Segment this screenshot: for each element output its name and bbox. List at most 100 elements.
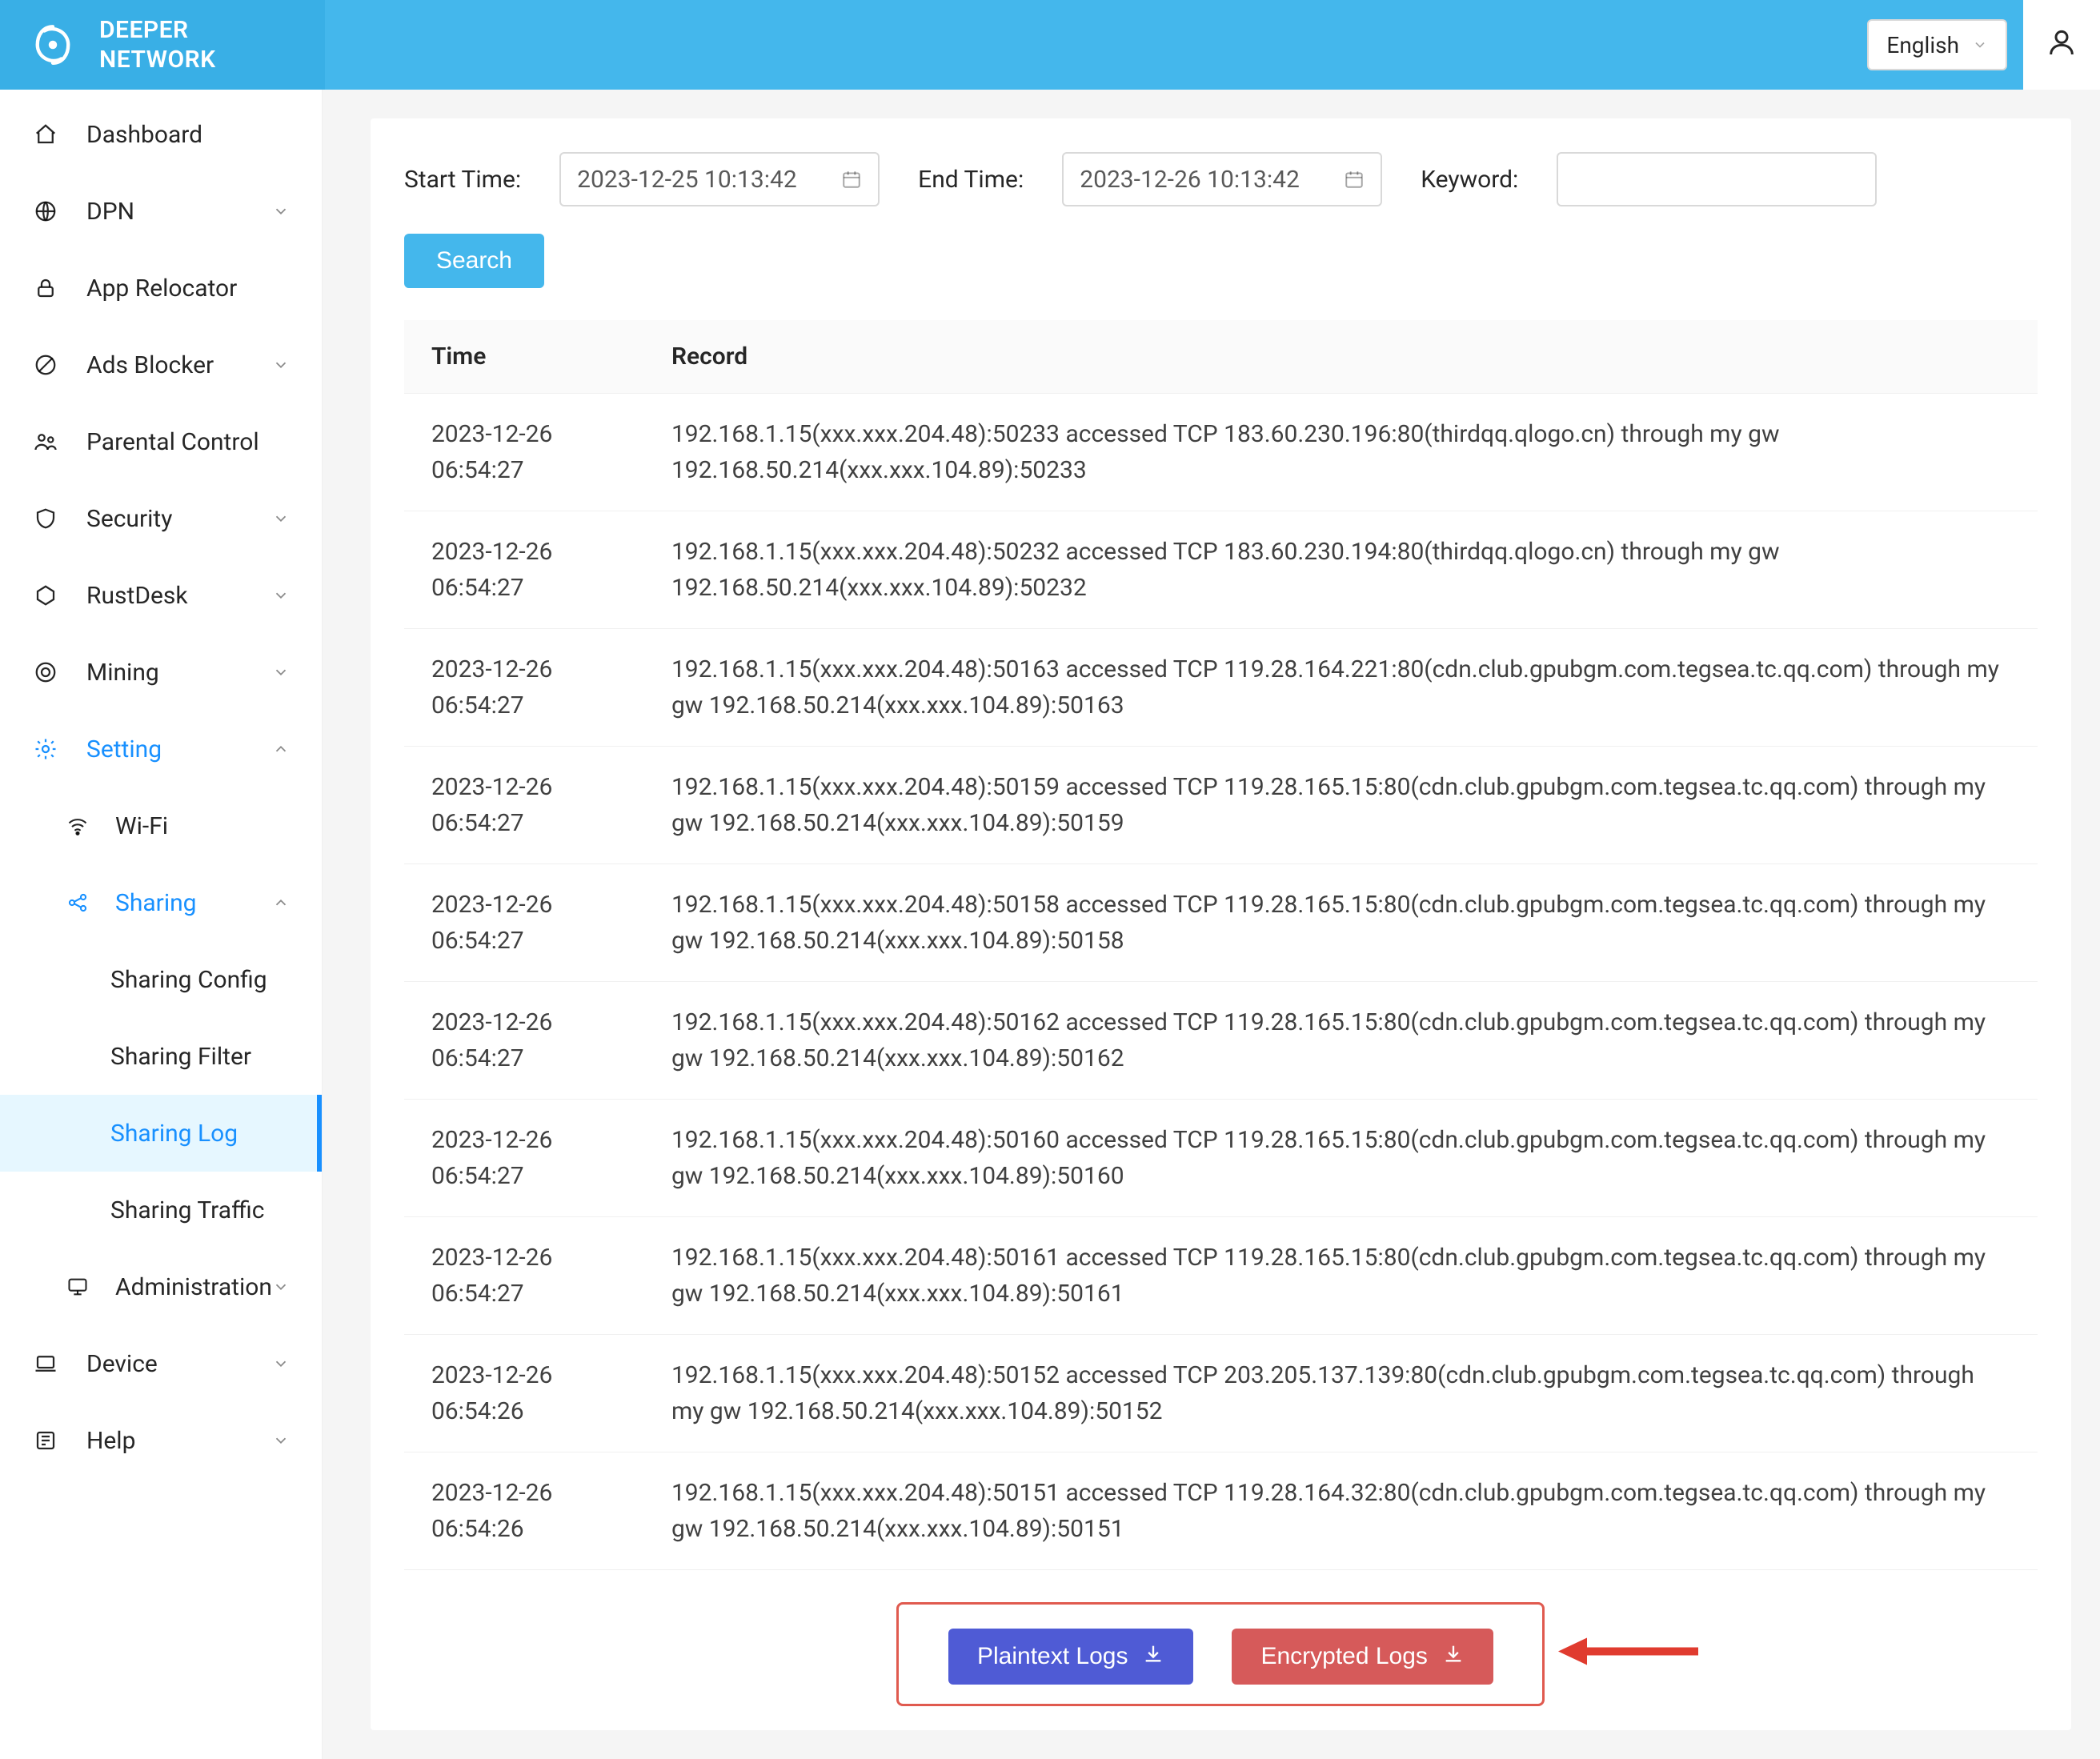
cell-time: 2023-12-26 06:54:26 — [404, 1335, 644, 1452]
home-icon — [32, 122, 59, 146]
cell-record: 192.168.1.15(xxx.xxx.204.48):50159 acces… — [644, 747, 2038, 864]
cell-time: 2023-12-26 06:54:27 — [404, 1217, 644, 1335]
share-icon — [64, 892, 91, 914]
table-row: 2023-12-26 06:54:27192.168.1.15(xxx.xxx.… — [404, 394, 2038, 511]
sidebar-item-ads-blocker[interactable]: Ads Blocker — [0, 327, 322, 403]
sidebar-label: Ads Blocker — [86, 351, 214, 379]
sidebar-label: Mining — [86, 659, 159, 687]
encrypted-logs-button[interactable]: Encrypted Logs — [1232, 1629, 1493, 1685]
language-value: English — [1886, 32, 1959, 58]
sidebar-item-rustdesk[interactable]: RustDesk — [0, 557, 322, 634]
chevron-up-icon — [272, 740, 290, 758]
sidebar-label: RustDesk — [86, 582, 188, 610]
keyword-input[interactable] — [1557, 152, 1877, 206]
sidebar-item-app-relocator[interactable]: App Relocator — [0, 250, 322, 327]
cell-record: 192.168.1.15(xxx.xxx.204.48):50152 acces… — [644, 1335, 2038, 1452]
shield-icon — [32, 507, 59, 531]
user-menu[interactable] — [2023, 0, 2100, 90]
table-row: 2023-12-26 06:54:27192.168.1.15(xxx.xxx.… — [404, 864, 2038, 982]
brand-text: DEEPER NETWORK — [99, 15, 216, 75]
download-icon — [1142, 1642, 1164, 1671]
search-button-label: Search — [436, 247, 512, 274]
chevron-down-icon — [272, 663, 290, 681]
cell-time: 2023-12-26 06:54:27 — [404, 1100, 644, 1217]
cell-record: 192.168.1.15(xxx.xxx.204.48):50158 acces… — [644, 864, 2038, 982]
table-row: 2023-12-26 06:54:27192.168.1.15(xxx.xxx.… — [404, 747, 2038, 864]
sidebar-label: Setting — [86, 735, 162, 763]
sidebar-item-wifi[interactable]: Wi-Fi — [0, 787, 322, 864]
sidebar-item-security[interactable]: Security — [0, 480, 322, 557]
start-time-input[interactable]: 2023-12-25 10:13:42 — [559, 152, 880, 206]
user-icon — [2046, 26, 2078, 64]
chevron-down-icon — [1972, 32, 1988, 58]
app-header: DEEPER NETWORK English — [0, 0, 2100, 90]
chevron-up-icon — [272, 894, 290, 912]
sidebar-item-sharing-filter[interactable]: Sharing Filter — [0, 1018, 322, 1095]
sidebar-label: Wi-Fi — [115, 812, 168, 840]
brand-line2: NETWORK — [99, 45, 216, 75]
cell-time: 2023-12-26 06:54:27 — [404, 864, 644, 982]
end-time-value: 2023-12-26 10:13:42 — [1080, 166, 1300, 194]
sidebar-item-sharing[interactable]: Sharing — [0, 864, 322, 941]
sidebar-item-setting[interactable]: Setting — [0, 711, 322, 787]
log-table: Time Record 2023-12-26 06:54:27192.168.1… — [404, 320, 2038, 1570]
sidebar-item-sharing-traffic[interactable]: Sharing Traffic — [0, 1172, 322, 1248]
download-icon — [1442, 1642, 1465, 1671]
cell-time: 2023-12-26 06:54:26 — [404, 1452, 644, 1570]
sidebar-item-sharing-config[interactable]: Sharing Config — [0, 941, 322, 1018]
chevron-down-icon — [272, 1278, 290, 1296]
end-time-input[interactable]: 2023-12-26 10:13:42 — [1062, 152, 1382, 206]
sidebar-item-parental-control[interactable]: Parental Control — [0, 403, 322, 480]
table-row: 2023-12-26 06:54:27192.168.1.15(xxx.xxx.… — [404, 982, 2038, 1100]
chevron-down-icon — [272, 1432, 290, 1449]
sidebar-item-dashboard[interactable]: Dashboard — [0, 96, 322, 173]
sidebar-label: Dashboard — [86, 121, 202, 149]
search-button[interactable]: Search — [404, 234, 544, 288]
block-icon — [32, 353, 59, 377]
sidebar-item-help[interactable]: Help — [0, 1402, 322, 1479]
cell-time: 2023-12-26 06:54:27 — [404, 629, 644, 747]
column-header-record: Record — [644, 320, 2038, 394]
monitor-icon — [64, 1276, 91, 1298]
brand-logo-icon — [29, 21, 77, 69]
gear-icon — [32, 737, 59, 761]
sidebar-item-administration[interactable]: Administration — [0, 1248, 322, 1325]
sidebar-label: App Relocator — [86, 274, 237, 303]
table-row: 2023-12-26 06:54:27192.168.1.15(xxx.xxx.… — [404, 511, 2038, 629]
main-content: Start Time: 2023-12-25 10:13:42 End Time… — [323, 90, 2100, 1759]
sidebar-label: Sharing Filter — [110, 1043, 251, 1071]
column-header-time: Time — [404, 320, 644, 394]
chevron-down-icon — [272, 510, 290, 527]
cell-record: 192.168.1.15(xxx.xxx.204.48):50232 acces… — [644, 511, 2038, 629]
sidebar-label: Sharing — [115, 889, 197, 917]
cell-record: 192.168.1.15(xxx.xxx.204.48):50151 acces… — [644, 1452, 2038, 1570]
sidebar-item-dpn[interactable]: DPN — [0, 173, 322, 250]
brand[interactable]: DEEPER NETWORK — [0, 0, 325, 90]
chevron-down-icon — [272, 1355, 290, 1372]
table-row: 2023-12-26 06:54:27192.168.1.15(xxx.xxx.… — [404, 1100, 2038, 1217]
cell-record: 192.168.1.15(xxx.xxx.204.48):50233 acces… — [644, 394, 2038, 511]
sidebar-label: Sharing Config — [110, 966, 267, 994]
sidebar-label: Security — [86, 505, 172, 533]
language-select[interactable]: English — [1867, 19, 2007, 70]
cell-time: 2023-12-26 06:54:27 — [404, 982, 644, 1100]
cell-record: 192.168.1.15(xxx.xxx.204.48):50161 acces… — [644, 1217, 2038, 1335]
table-row: 2023-12-26 06:54:27192.168.1.15(xxx.xxx.… — [404, 629, 2038, 747]
calendar-icon — [1344, 169, 1365, 190]
start-time-value: 2023-12-25 10:13:42 — [577, 166, 797, 194]
download-buttons-group: Plaintext Logs Encrypted Logs — [896, 1602, 1545, 1706]
sidebar-label: DPN — [86, 198, 134, 226]
book-icon — [32, 1428, 59, 1452]
table-row: 2023-12-26 06:54:27192.168.1.15(xxx.xxx.… — [404, 1217, 2038, 1335]
sidebar-item-device[interactable]: Device — [0, 1325, 322, 1402]
plaintext-logs-button[interactable]: Plaintext Logs — [948, 1629, 1193, 1685]
cell-time: 2023-12-26 06:54:27 — [404, 394, 644, 511]
sidebar-label: Sharing Traffic — [110, 1196, 264, 1224]
sidebar-item-mining[interactable]: Mining — [0, 634, 322, 711]
sidebar-item-sharing-log[interactable]: Sharing Log — [0, 1095, 322, 1172]
encrypted-logs-label: Encrypted Logs — [1260, 1643, 1427, 1670]
chevron-down-icon — [272, 587, 290, 604]
cell-time: 2023-12-26 06:54:27 — [404, 747, 644, 864]
filters-row: Start Time: 2023-12-25 10:13:42 End Time… — [404, 152, 2038, 288]
globe-icon — [32, 199, 59, 223]
